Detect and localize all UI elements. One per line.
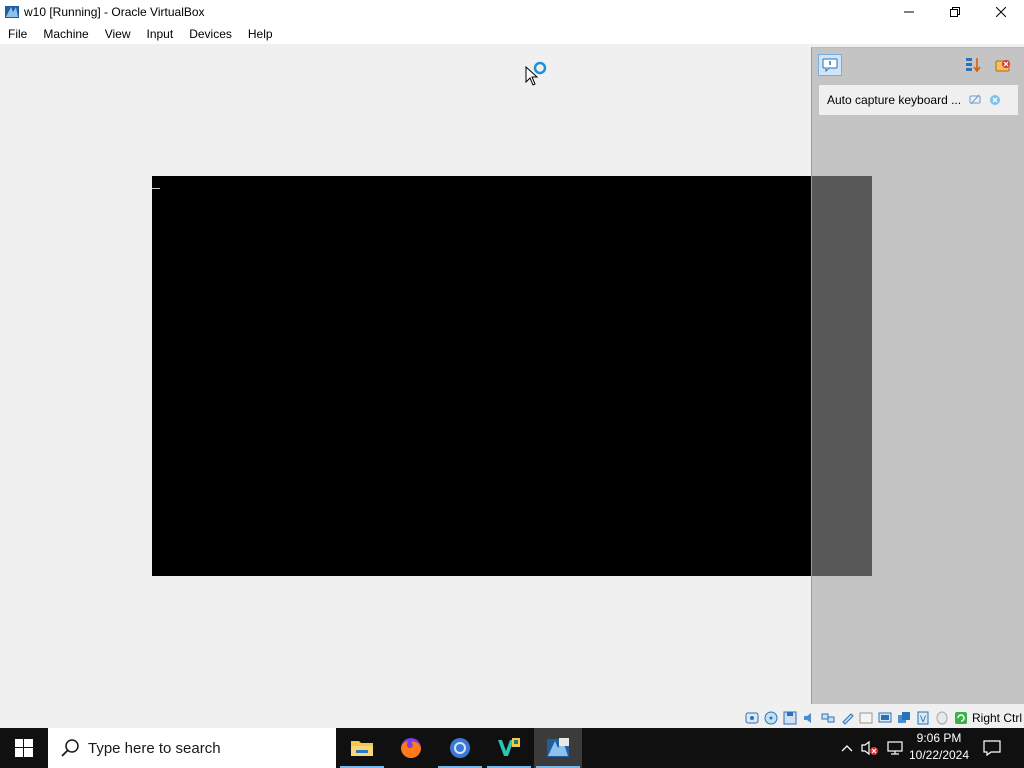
cpu-icon[interactable]: V xyxy=(915,710,931,726)
audio-icon[interactable] xyxy=(801,710,817,726)
vm-screen[interactable] xyxy=(152,176,872,576)
status-bar: V Right Ctrl xyxy=(0,708,1024,728)
virtualbox-app-icon xyxy=(4,4,20,20)
taskbar-firefox[interactable] xyxy=(387,728,435,768)
windows-logo-icon xyxy=(15,739,33,757)
status-indicators: V xyxy=(744,710,972,726)
search-icon xyxy=(60,738,80,758)
start-button[interactable] xyxy=(0,728,48,768)
restore-button[interactable] xyxy=(932,0,978,24)
taskbar-chrome[interactable] xyxy=(436,728,484,768)
firefox-icon xyxy=(401,738,421,758)
taskbar-clock[interactable]: 9:06 PM 10/22/2024 xyxy=(905,730,973,766)
notification-toolbar xyxy=(812,48,1024,82)
floppy-icon[interactable] xyxy=(782,710,798,726)
taskbar-visual-studio[interactable] xyxy=(485,728,533,768)
sort-notifications-button[interactable] xyxy=(962,54,984,76)
volume-muted-button[interactable] xyxy=(859,728,881,768)
keyboard-icon[interactable] xyxy=(953,710,969,726)
svg-text:V: V xyxy=(920,715,927,725)
taskbar-file-explorer[interactable] xyxy=(338,728,386,768)
speaker-muted-icon xyxy=(861,740,878,756)
network-icon[interactable] xyxy=(820,710,836,726)
notification-center: Auto capture keyboard ... xyxy=(811,47,1024,704)
visual-studio-icon xyxy=(498,738,520,756)
close-button[interactable] xyxy=(978,0,1024,24)
chrome-icon xyxy=(450,738,470,758)
text-cursor xyxy=(152,188,160,189)
taskbar-virtualbox[interactable] xyxy=(534,728,582,768)
clock-date: 10/22/2024 xyxy=(908,748,970,762)
hard-disk-icon[interactable] xyxy=(744,710,760,726)
optical-drive-icon[interactable] xyxy=(763,710,779,726)
network-tray-icon xyxy=(887,741,903,755)
show-hidden-icons-button[interactable] xyxy=(838,728,856,768)
network-tray-button[interactable] xyxy=(884,728,906,768)
search-placeholder: Type here to search xyxy=(88,739,221,757)
notifications-icon xyxy=(983,740,1001,756)
menu-help[interactable]: Help xyxy=(240,24,281,44)
notification-toggle-button[interactable] xyxy=(818,54,842,76)
minimize-button[interactable] xyxy=(886,0,932,24)
do-not-show-again-icon[interactable] xyxy=(968,93,982,107)
menu-bar: File Machine View Input Devices Help xyxy=(0,24,1024,44)
busy-cursor-icon xyxy=(525,60,551,88)
menu-file[interactable]: File xyxy=(0,24,35,44)
menu-input[interactable]: Input xyxy=(139,24,182,44)
taskbar: Type here to search 9:06 PM 10/22/2024 xyxy=(0,728,1024,768)
file-explorer-icon xyxy=(351,741,373,756)
usb-icon[interactable] xyxy=(839,710,855,726)
menu-devices[interactable]: Devices xyxy=(181,24,240,44)
host-key-label[interactable]: Right Ctrl xyxy=(972,711,1022,725)
window-title: w10 [Running] - Oracle VirtualBox xyxy=(24,5,205,19)
chevron-up-icon xyxy=(841,745,853,752)
notification-card: Auto capture keyboard ... xyxy=(819,85,1018,115)
menu-machine[interactable]: Machine xyxy=(35,24,96,44)
notification-text: Auto capture keyboard ... xyxy=(827,93,962,107)
title-bar: w10 [Running] - Oracle VirtualBox xyxy=(0,0,1024,24)
taskbar-search-box[interactable]: Type here to search xyxy=(48,728,336,768)
virtualbox-icon xyxy=(547,738,569,757)
menu-view[interactable]: View xyxy=(97,24,139,44)
action-center-button[interactable] xyxy=(978,728,1006,768)
shared-folders-icon[interactable] xyxy=(858,710,874,726)
close-notification-icon[interactable] xyxy=(988,93,1002,107)
display-icon[interactable] xyxy=(877,710,893,726)
recording-icon[interactable] xyxy=(896,710,912,726)
clock-time: 9:06 PM xyxy=(916,731,962,745)
clear-notifications-button[interactable] xyxy=(992,54,1014,76)
mouse-integration-icon[interactable] xyxy=(934,710,950,726)
